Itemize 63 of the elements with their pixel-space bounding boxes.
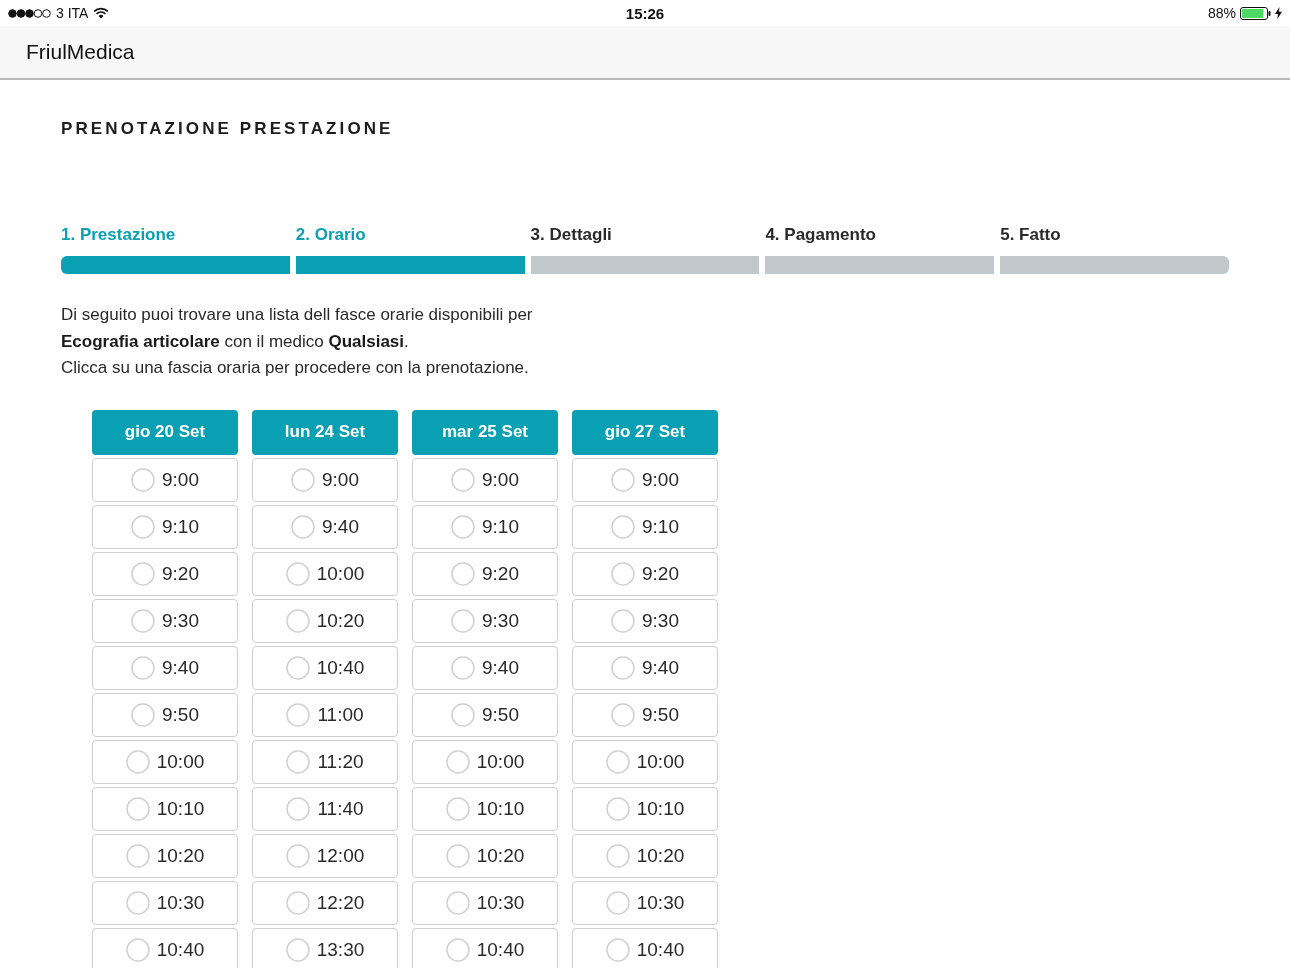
time-slot-option[interactable]: 9:50 <box>92 692 238 737</box>
time-slot-option[interactable]: 12:00 <box>252 833 398 878</box>
time-slot-option[interactable]: 9:00 <box>572 457 718 502</box>
time-slot-option[interactable]: 10:10 <box>92 786 238 831</box>
time-slot-option[interactable]: 9:00 <box>92 457 238 502</box>
time-slot-option[interactable]: 9:30 <box>412 598 558 643</box>
battery-icon <box>1240 6 1271 20</box>
carrier-name: 3 ITA <box>56 5 89 21</box>
time-slot-option[interactable]: 11:00 <box>252 692 398 737</box>
time-slot-option[interactable]: 9:50 <box>412 692 558 737</box>
time-slot-option[interactable]: 9:40 <box>92 645 238 690</box>
time-slot-option[interactable]: 9:50 <box>572 692 718 737</box>
app-title: FriulMedica <box>26 40 135 64</box>
time-slot-option[interactable]: 9:20 <box>92 551 238 596</box>
time-slot-option[interactable]: 11:40 <box>252 786 398 831</box>
time-slot-option[interactable]: 10:40 <box>252 645 398 690</box>
time-slot-option[interactable]: 9:00 <box>412 457 558 502</box>
clock-time: 15:26 <box>625 4 665 22</box>
time-slot-option[interactable]: 9:10 <box>92 504 238 549</box>
time-slot-option[interactable]: 9:30 <box>572 598 718 643</box>
time-slot-option[interactable]: 13:30 <box>252 927 398 968</box>
time-slot-option[interactable]: 10:20 <box>572 833 718 878</box>
time-slot-option[interactable]: 9:00 <box>252 457 398 502</box>
time-slot-option[interactable]: 11:20 <box>252 739 398 784</box>
time-slot-option[interactable]: 10:00 <box>252 551 398 596</box>
step-label: 4. Pagamento <box>765 224 877 246</box>
time-slot-option[interactable]: 10:20 <box>252 598 398 643</box>
instructions-paragraph: Di seguito puoi trovare una lista dell fasce orarie disponibili per Ecografia articolare con il medico Qualsiasi. Clicca su una fascia oraria per procedere con la prenotazione. <box>61 304 534 379</box>
time-slot-option[interactable]: 10:30 <box>92 880 238 925</box>
step-label: 5. Fatto <box>1000 224 1062 246</box>
time-slot-option[interactable]: 10:00 <box>412 739 558 784</box>
signal-dots-icon <box>8 8 51 18</box>
page-title: PRENOTAZIONE PRESTAZIONE <box>61 118 395 140</box>
time-slot-option[interactable]: 9:10 <box>572 504 718 549</box>
time-slot-option[interactable]: 9:10 <box>412 504 558 549</box>
time-slot-option[interactable]: 9:40 <box>412 645 558 690</box>
time-slot-option[interactable]: 10:20 <box>92 833 238 878</box>
time-slot-option[interactable]: 10:40 <box>572 927 718 968</box>
time-slot-option[interactable]: 9:40 <box>572 645 718 690</box>
time-slot-option[interactable]: 9:20 <box>572 551 718 596</box>
step-label: 1. Prestazione <box>61 224 177 246</box>
charging-bolt-icon <box>1275 7 1282 19</box>
time-slot-option[interactable]: 10:00 <box>572 739 718 784</box>
time-slot-option[interactable]: 12:20 <box>252 880 398 925</box>
day-header: gio 27 Set <box>572 409 718 455</box>
time-slot-option[interactable]: 9:30 <box>92 598 238 643</box>
time-slot-option[interactable]: 10:10 <box>572 786 718 831</box>
time-slot-option[interactable]: 10:00 <box>92 739 238 784</box>
step-label: 3. Dettagli <box>530 224 613 246</box>
day-header: lun 24 Set <box>252 409 398 455</box>
time-slot-option[interactable]: 10:40 <box>92 927 238 968</box>
time-slot-option[interactable]: 10:40 <box>412 927 558 968</box>
step-label: 2. Orario <box>295 224 367 246</box>
time-slot-option[interactable]: 10:20 <box>412 833 558 878</box>
wifi-icon <box>93 7 110 19</box>
time-slot-option[interactable]: 10:30 <box>572 880 718 925</box>
day-header: mar 25 Set <box>412 409 558 455</box>
battery-percentage: 88% <box>1207 5 1236 21</box>
time-slot-option[interactable]: 9:40 <box>252 504 398 549</box>
time-slot-option[interactable]: 10:30 <box>412 880 558 925</box>
day-header: gio 20 Set <box>92 409 238 455</box>
time-slot-option[interactable]: 10:10 <box>412 786 558 831</box>
time-slot-option[interactable]: 9:20 <box>412 551 558 596</box>
